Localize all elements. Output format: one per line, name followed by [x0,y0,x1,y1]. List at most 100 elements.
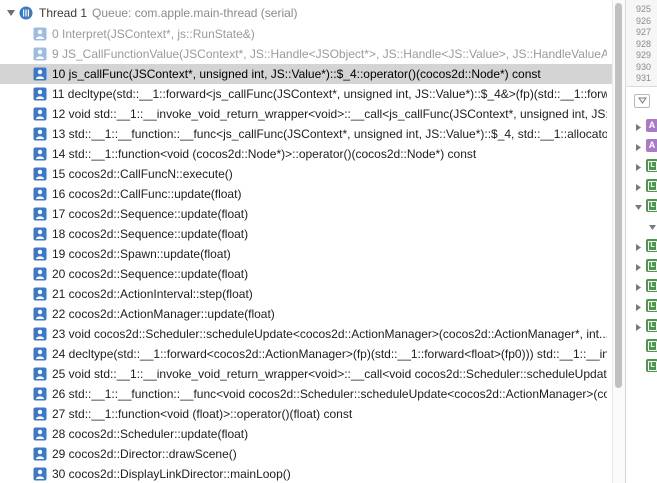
stack-frame-label: 23 void cocos2d::Scheduler::scheduleUpda… [52,327,607,341]
variable-row[interactable]: L [626,357,657,375]
argument-badge-icon: A [646,139,657,152]
debug-navigator: Thread 1 Queue: com.apple.main-thread (s… [0,0,612,483]
stack-frame-icon [33,427,47,441]
stack-frame-row[interactable]: 10 js_callFunc(JSContext*, unsigned int,… [0,64,612,84]
stack-frame-label: 26 std::__1::__function::__func<void coc… [52,387,607,401]
stack-frame-row[interactable]: 18 cocos2d::Sequence::update(float) [0,224,612,244]
stack-frame-row[interactable]: 27 std::__1::function<void (float)>::ope… [0,404,612,424]
stack-frame-label: 10 js_callFunc(JSContext*, unsigned int,… [52,67,541,81]
line-number-gutter: 925 926 927 928 929 930 931 [626,0,657,87]
filter-icon[interactable] [634,94,650,108]
stack-frame-row[interactable]: 20 cocos2d::Sequence::update(float) [0,264,612,284]
disclosure-triangle-icon[interactable] [634,121,643,135]
stack-frame-row[interactable]: 15 cocos2d::CallFuncN::execute() [0,164,612,184]
stack-frame-row[interactable]: 13 std::__1::__function::__func<js_callF… [0,124,612,144]
variable-row[interactable]: A [626,137,657,155]
stack-frame-row[interactable]: 11 decltype(std::__1::forward<js_callFun… [0,84,612,104]
variable-row[interactable]: L [626,277,657,295]
stack-frame-row[interactable]: 17 cocos2d::Sequence::update(float) [0,204,612,224]
stack-frame-icon [33,307,47,321]
badge-letter: L [648,181,657,191]
variable-row[interactable]: A [626,117,657,135]
stack-frame-row[interactable]: 14 std::__1::function<void (cocos2d::Nod… [0,144,612,164]
stack-frame-row[interactable]: 22 cocos2d::ActionManager::update(float) [0,304,612,324]
argument-badge-icon: A [646,119,657,132]
disclosure-triangle-icon[interactable] [6,8,16,18]
stack-frame-icon [33,267,47,281]
stack-frame-icon [33,327,47,341]
stack-frame-row[interactable]: 28 cocos2d::Scheduler::update(float) [0,424,612,444]
stack-frame-label: 28 cocos2d::Scheduler::update(float) [52,427,249,441]
local-variable-badge-icon: L [646,299,657,312]
stack-frame-label: 21 cocos2d::ActionInterval::step(float) [52,287,253,301]
stack-frame-row[interactable]: 26 std::__1::__function::__func<void coc… [0,384,612,404]
stack-frame-row[interactable]: 12 void std::__1::__invoke_void_return_w… [0,104,612,124]
stack-frame-label: 15 cocos2d::CallFuncN::execute() [52,167,233,181]
disclosure-triangle-icon[interactable] [634,181,643,195]
stack-frame-icon [33,387,47,401]
badge-letter: L [648,261,657,271]
local-variable-badge-icon: L [646,199,657,212]
local-variable-badge-icon: L [646,279,657,292]
disclosure-triangle-icon[interactable] [634,281,643,295]
disclosure-triangle-icon[interactable] [648,221,657,235]
badge-letter: L [648,341,657,351]
thread-row[interactable]: Thread 1 Queue: com.apple.main-thread (s… [0,2,612,24]
stack-frame-row[interactable]: 25 void std::__1::__invoke_void_return_w… [0,364,612,384]
disclosure-triangle-icon[interactable] [634,201,643,215]
disclosure-triangle-icon[interactable] [634,301,643,315]
thread-icon [19,6,33,20]
stack-frame-row[interactable]: 21 cocos2d::ActionInterval::step(float) [0,284,612,304]
variable-row[interactable]: L [626,157,657,175]
variable-row[interactable] [626,217,657,235]
badge-letter: L [648,361,657,371]
local-variable-badge-icon: L [646,339,657,352]
stack-frame-icon [33,147,47,161]
stack-frame-list: 0 Interpret(JSContext*, js::RunState&) 9 … [0,24,612,483]
line-number: 926 [636,15,652,26]
stack-frame-icon [33,87,47,101]
variables-panel: 925 926 927 928 929 930 931 AALLLLLLLLLL [625,0,657,483]
badge-letter: L [648,201,657,211]
stack-frame-label: 19 cocos2d::Spawn::update(float) [52,247,231,261]
local-variable-badge-icon: L [646,319,657,332]
local-variable-badge-icon: L [646,239,657,252]
disclosure-triangle-icon[interactable] [634,141,643,155]
stack-frame-row[interactable]: 29 cocos2d::Director::drawScene() [0,444,612,464]
local-variable-badge-icon: L [646,159,657,172]
stack-frame-label: 14 std::__1::function<void (cocos2d::Nod… [52,147,477,161]
stack-frame-icon [33,467,47,481]
stack-frame-row[interactable]: 0 Interpret(JSContext*, js::RunState&) [0,24,612,44]
stack-frame-icon [33,207,47,221]
stack-frame-icon [33,347,47,361]
stack-frame-row[interactable]: 30 cocos2d::DisplayLinkDirector::mainLoo… [0,464,612,483]
variable-row[interactable]: L [626,337,657,355]
variable-row[interactable]: L [626,237,657,255]
disclosure-triangle-icon[interactable] [634,241,643,255]
disclosure-triangle-icon[interactable] [634,321,643,335]
stack-frame-label: 29 cocos2d::Director::drawScene() [52,447,237,461]
stack-frame-row[interactable]: 23 void cocos2d::Scheduler::scheduleUpda… [0,324,612,344]
line-number: 929 [636,50,652,60]
line-number: 927 [636,27,652,37]
disclosure-triangle-icon[interactable] [634,261,643,275]
variable-row[interactable]: L [626,177,657,195]
variable-row[interactable]: L [626,257,657,275]
stack-frame-label: 20 cocos2d::Sequence::update(float) [52,267,249,281]
stack-frame-label: 16 cocos2d::CallFunc::update(float) [52,187,242,201]
stack-frame-row[interactable]: 9 JS_CallFunctionValue(JSContext*, JS::H… [0,44,612,64]
variable-row[interactable]: L [626,197,657,215]
line-number: 930 [636,61,652,72]
variable-row[interactable]: L [626,297,657,315]
variable-row[interactable]: L [626,317,657,335]
stack-frame-row[interactable]: 19 cocos2d::Spawn::update(float) [0,244,612,264]
vertical-scrollbar[interactable] [612,0,625,483]
disclosure-triangle-icon[interactable] [634,161,643,175]
scrollbar-thumb[interactable] [615,3,622,388]
thread-title: Thread 1 [39,6,88,20]
stack-frame-row[interactable]: 24 decltype(std::__1::forward<cocos2d::A… [0,344,612,364]
stack-frame-label: 17 cocos2d::Sequence::update(float) [52,207,249,221]
stack-frame-icon [33,47,47,61]
stack-frame-row[interactable]: 16 cocos2d::CallFunc::update(float) [0,184,612,204]
stack-frame-label: 12 void std::__1::__invoke_void_return_w… [52,107,607,121]
